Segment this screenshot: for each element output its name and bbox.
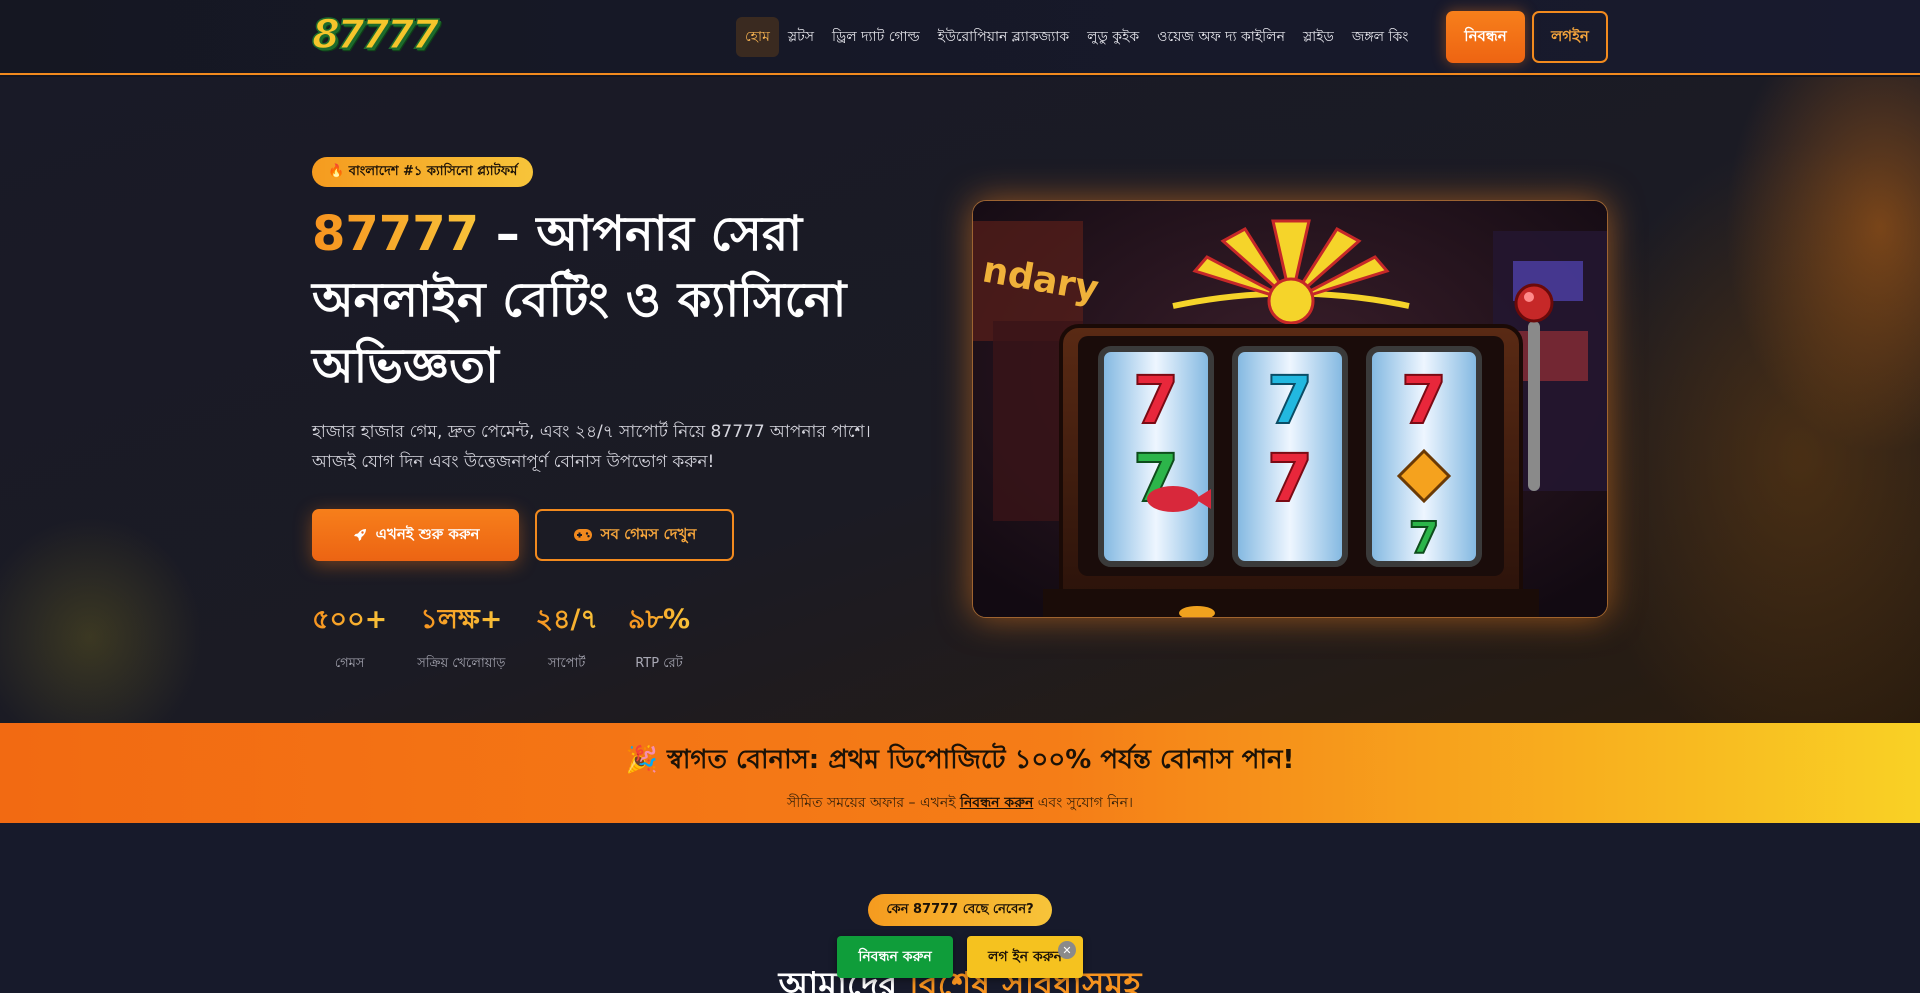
stat-support: ২৪/৭ সাপোর্ট <box>535 599 598 675</box>
svg-text:7: 7 <box>1401 362 1447 439</box>
stat-players: ১লক্ষ+ সক্রিয় খেলোয়াড় <box>417 599 505 675</box>
bonus-sub-text-end: এবং সুযোগ নিন। <box>1033 795 1134 811</box>
hero-badge: 🔥 বাংলাদেশ #১ ক্যাসিনো প্ল্যাটফর্ম <box>312 157 534 187</box>
start-now-button[interactable]: এখনই শুরু করুন <box>312 509 519 561</box>
nav-item-ludo-quick[interactable]: লুডু কুইক <box>1078 17 1148 57</box>
stat-value: ৯৮% <box>628 599 690 644</box>
bonus-sub-text: সীমিত সময়ের অফার – এখনই <box>786 795 960 811</box>
nav-item-ways-of-the-qilin[interactable]: ওয়েজ অফ দ্য কাইলিন <box>1148 17 1294 57</box>
bonus-subtitle: সীমিত সময়ের অফার – এখনই নিবন্ধন করুন এব… <box>0 791 1920 815</box>
bonus-title: 🎉 স্বাগত বোনাস: প্রথম ডিপোজিটে ১০০% পর্য… <box>625 745 1295 775</box>
hero-stats: ৫০০+ গেমস ১লক্ষ+ সক্রিয় খেলোয়াড় ২৪/৭ … <box>312 599 690 675</box>
login-button[interactable]: লগইন <box>1532 11 1608 63</box>
svg-text:7: 7 <box>1409 513 1440 564</box>
register-button[interactable]: নিবন্ধন <box>1446 11 1525 63</box>
all-games-label: সব গেমস দেখুন <box>600 524 697 543</box>
stat-label: সক্রিয় খেলোয়াড় <box>417 656 506 671</box>
slot-machine-illustration: ndary 7 7 7 7 7 7 <box>973 201 1607 617</box>
stat-label: সাপোর্ট <box>548 656 586 671</box>
hero-description: হাজার হাজার গেম, দ্রুত পেমেন্ট, এবং ২৪/৭… <box>312 422 871 472</box>
floating-register-button[interactable]: নিবন্ধন করুন <box>837 936 953 978</box>
stat-rtp: ৯৮% RTP রেট <box>628 599 690 675</box>
all-games-button[interactable]: সব গেমস দেখুন <box>535 509 734 561</box>
svg-text:7: 7 <box>1133 362 1179 439</box>
svg-text:7: 7 <box>1267 362 1313 439</box>
why-section-title: আমাদের বিশেষ সুবিধাসমূহ <box>0 959 1920 993</box>
site-header: 87777 হোম স্লটস ড্রিল দ্যাট গোল্ড ইউরোপি… <box>0 0 1920 75</box>
slot-machine-image: ndary 7 7 7 7 7 7 <box>972 200 1608 618</box>
nav-item-slide[interactable]: স্লাইড <box>1294 17 1343 57</box>
why-badge: কেন 87777 বেছে নেবেন? <box>868 894 1052 926</box>
stat-label: RTP রেট <box>635 656 683 671</box>
start-now-label: এখনই শুরু করুন <box>375 524 480 543</box>
svg-text:7: 7 <box>1267 440 1313 517</box>
bonus-register-link[interactable]: নিবন্ধন করুন <box>960 795 1033 811</box>
nav-item-slots[interactable]: স্লটস <box>779 17 823 57</box>
welcome-bonus-banner: 🎉 স্বাগত বোনাস: প্রথম ডিপোজিটে ১০০% পর্য… <box>0 723 1920 823</box>
main-nav: হোম স্লটস ড্রিল দ্যাট গোল্ড ইউরোপিয়ান ব… <box>736 17 1418 57</box>
hero-title: 87777 – আপনার সেরা অনলাইন বেটিং ও ক্যাসি… <box>312 201 872 399</box>
site-logo[interactable]: 87777 <box>311 11 440 60</box>
hero-title-brand: 87777 <box>312 206 479 262</box>
stat-value: ৫০০+ <box>312 599 387 644</box>
close-icon[interactable]: ✕ <box>1058 941 1076 959</box>
why-choose-section: কেন 87777 বেছে নেবেন? আমাদের বিশেষ সুবিধ… <box>0 823 1920 993</box>
nav-item-european-blackjack[interactable]: ইউরোপিয়ান ব্ল্যাকজ্যাক <box>929 17 1078 57</box>
stat-value: ১লক্ষ+ <box>417 599 505 644</box>
rocket-icon <box>353 529 366 541</box>
hero-section: 🔥 বাংলাদেশ #১ ক্যাসিনো প্ল্যাটফর্ম 87777… <box>0 77 1920 723</box>
nav-item-jungle-king[interactable]: জঙ্গল কিং <box>1343 17 1418 57</box>
stat-games: ৫০০+ গেমস <box>312 599 387 675</box>
nav-item-drill-that-gold[interactable]: ড্রিল দ্যাট গোল্ড <box>823 17 929 57</box>
nav-item-home[interactable]: হোম <box>736 17 779 57</box>
stat-label: গেমস <box>334 656 365 671</box>
stat-value: ২৪/৭ <box>535 599 598 644</box>
gamepad-icon <box>573 529 592 541</box>
